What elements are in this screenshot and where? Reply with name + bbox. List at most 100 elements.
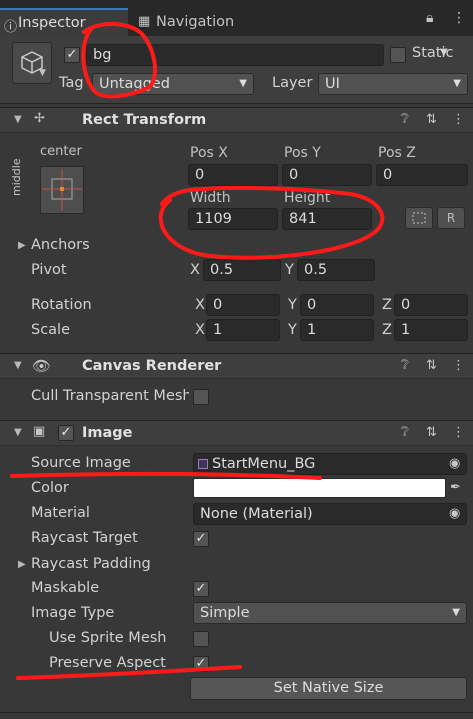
tag-label: Tag <box>59 75 84 91</box>
image-title: Image <box>82 425 133 441</box>
pivot-x-field[interactable]: 0.5 <box>203 259 281 281</box>
rotation-y-field[interactable]: 0 <box>300 294 374 316</box>
active-checkbox[interactable]: ✓ <box>64 47 80 63</box>
use-sprite-mesh-checkbox[interactable] <box>193 631 209 647</box>
preserve-aspect-label: Preserve Aspect <box>49 655 166 671</box>
pos-x-field[interactable]: 0 <box>188 164 278 186</box>
tag-dropdown[interactable]: Untagged ▼ <box>92 73 254 95</box>
scale-z-field[interactable]: 1 <box>394 319 468 341</box>
context-menu-icon[interactable]: ⋮ <box>452 112 465 127</box>
foldout-collapsed-icon[interactable]: ▶ <box>18 240 26 251</box>
rotation-x-field[interactable]: 0 <box>206 294 280 316</box>
eyedropper-icon[interactable]: ✒ <box>450 480 461 495</box>
pivot-y-field[interactable]: 0.5 <box>297 259 375 281</box>
lock-icon[interactable]: 🔒︎ <box>426 10 433 26</box>
height-field[interactable]: 841 <box>282 208 372 230</box>
help-icon[interactable]: ❔︎ <box>401 112 409 127</box>
image-type-dropdown[interactable]: Simple ▼ <box>193 602 467 624</box>
material-label: Material <box>31 505 90 521</box>
pos-x-label: Pos X <box>190 145 228 161</box>
raycast-target-label: Raycast Target <box>31 530 138 546</box>
anchor-preset-button[interactable] <box>40 166 84 214</box>
foldout-expanded-icon[interactable]: ▼ <box>14 114 22 125</box>
rotation-y-label: Y <box>288 297 297 313</box>
raw-edit-button[interactable]: R <box>437 207 465 229</box>
maskable-label: Maskable <box>31 580 100 596</box>
anchor-preset-side-label: middle <box>10 158 23 196</box>
raycast-target-checkbox[interactable]: ✓ <box>193 531 209 547</box>
pos-y-field[interactable]: 0 <box>282 164 372 186</box>
rotation-label: Rotation <box>31 297 92 313</box>
blueprint-icon <box>412 212 426 224</box>
scale-x-label: X <box>195 322 205 338</box>
preset-icon[interactable]: ⇅ <box>426 112 437 127</box>
sprite-icon <box>198 459 208 469</box>
image-type-value: Simple <box>200 605 250 621</box>
pivot-y-label: Y <box>285 262 294 278</box>
more-options-icon[interactable]: ⋮ <box>452 10 466 26</box>
foldout-collapsed-icon[interactable]: ▶ <box>18 559 26 570</box>
layer-label: Layer <box>272 75 313 91</box>
pivot-x-label: X <box>190 262 200 278</box>
layer-dropdown[interactable]: UI ▼ <box>318 73 468 95</box>
scale-x-field[interactable]: 1 <box>206 319 280 341</box>
object-picker-icon[interactable]: ◉ <box>449 456 460 471</box>
chevron-down-icon: ▼ <box>239 78 247 89</box>
static-dropdown-chevron-icon[interactable]: ▼ <box>440 47 448 58</box>
section-divider <box>0 712 473 713</box>
rotation-z-label: Z <box>382 297 392 313</box>
preserve-aspect-checkbox[interactable]: ✓ <box>193 656 209 672</box>
preset-icon[interactable]: ⇅ <box>426 358 437 373</box>
scale-y-label: Y <box>288 322 297 338</box>
rect-transform-icon: ✢ <box>34 111 45 126</box>
info-icon: ⓘ <box>4 20 18 35</box>
rotation-z-field[interactable]: 0 <box>394 294 468 316</box>
pos-z-label: Pos Z <box>378 145 416 161</box>
width-label: Width <box>190 190 231 206</box>
tab-navigation[interactable]: ▦ Navigation <box>132 8 272 36</box>
color-label: Color <box>31 480 69 496</box>
scale-z-label: Z <box>382 322 392 338</box>
layer-value: UI <box>325 76 340 92</box>
help-icon[interactable]: ❔︎ <box>401 358 409 373</box>
foldout-expanded-icon[interactable]: ▼ <box>14 360 22 371</box>
gameobject-icon-button[interactable] <box>12 42 52 84</box>
preset-icon[interactable]: ⇅ <box>426 425 437 440</box>
object-picker-icon[interactable]: ◉ <box>449 506 460 521</box>
rect-transform-title: Rect Transform <box>82 112 207 128</box>
scale-y-field[interactable]: 1 <box>300 319 374 341</box>
image-icon: ▣ <box>33 424 46 439</box>
width-field[interactable]: 1109 <box>188 208 278 230</box>
eye-icon: 👁︎ <box>32 357 52 375</box>
scale-label: Scale <box>31 322 71 338</box>
blueprint-mode-button[interactable] <box>405 207 433 229</box>
help-icon[interactable]: ❔︎ <box>401 425 409 440</box>
source-image-value: StartMenu_BG <box>212 456 316 472</box>
source-image-label: Source Image <box>31 455 131 471</box>
color-swatch[interactable] <box>193 478 446 498</box>
tab-navigation-label: Navigation <box>156 14 235 30</box>
foldout-expanded-icon[interactable]: ▼ <box>14 427 22 438</box>
tab-inspector[interactable]: ⓘ Inspector <box>0 8 128 36</box>
name-field[interactable]: bg <box>86 44 384 66</box>
anchors-label[interactable]: Anchors <box>31 237 90 253</box>
material-field[interactable]: None (Material) <box>193 503 467 525</box>
use-sprite-mesh-label: Use Sprite Mesh <box>49 630 167 646</box>
set-native-size-button[interactable]: Set Native Size <box>190 677 467 700</box>
anchor-preset-top-label: center <box>40 144 82 159</box>
chevron-down-icon: ▼ <box>453 78 461 89</box>
pos-z-field[interactable]: 0 <box>376 164 468 186</box>
anchor-preset-icon <box>42 169 82 211</box>
canvas-renderer-title: Canvas Renderer <box>82 358 222 374</box>
chevron-down-icon: ▼ <box>452 607 460 618</box>
maskable-checkbox[interactable]: ✓ <box>193 581 209 597</box>
image-enabled-checkbox[interactable]: ✓ <box>58 425 74 441</box>
raycast-padding-label[interactable]: Raycast Padding <box>31 556 151 572</box>
context-menu-icon[interactable]: ⋮ <box>452 358 465 373</box>
chevron-down-icon: ▼ <box>39 68 46 78</box>
pos-y-label: Pos Y <box>284 145 321 161</box>
source-image-field[interactable]: StartMenu_BG <box>193 453 467 475</box>
cull-transparent-mesh-checkbox[interactable] <box>193 389 209 405</box>
context-menu-icon[interactable]: ⋮ <box>452 425 465 440</box>
static-checkbox[interactable] <box>390 47 406 63</box>
